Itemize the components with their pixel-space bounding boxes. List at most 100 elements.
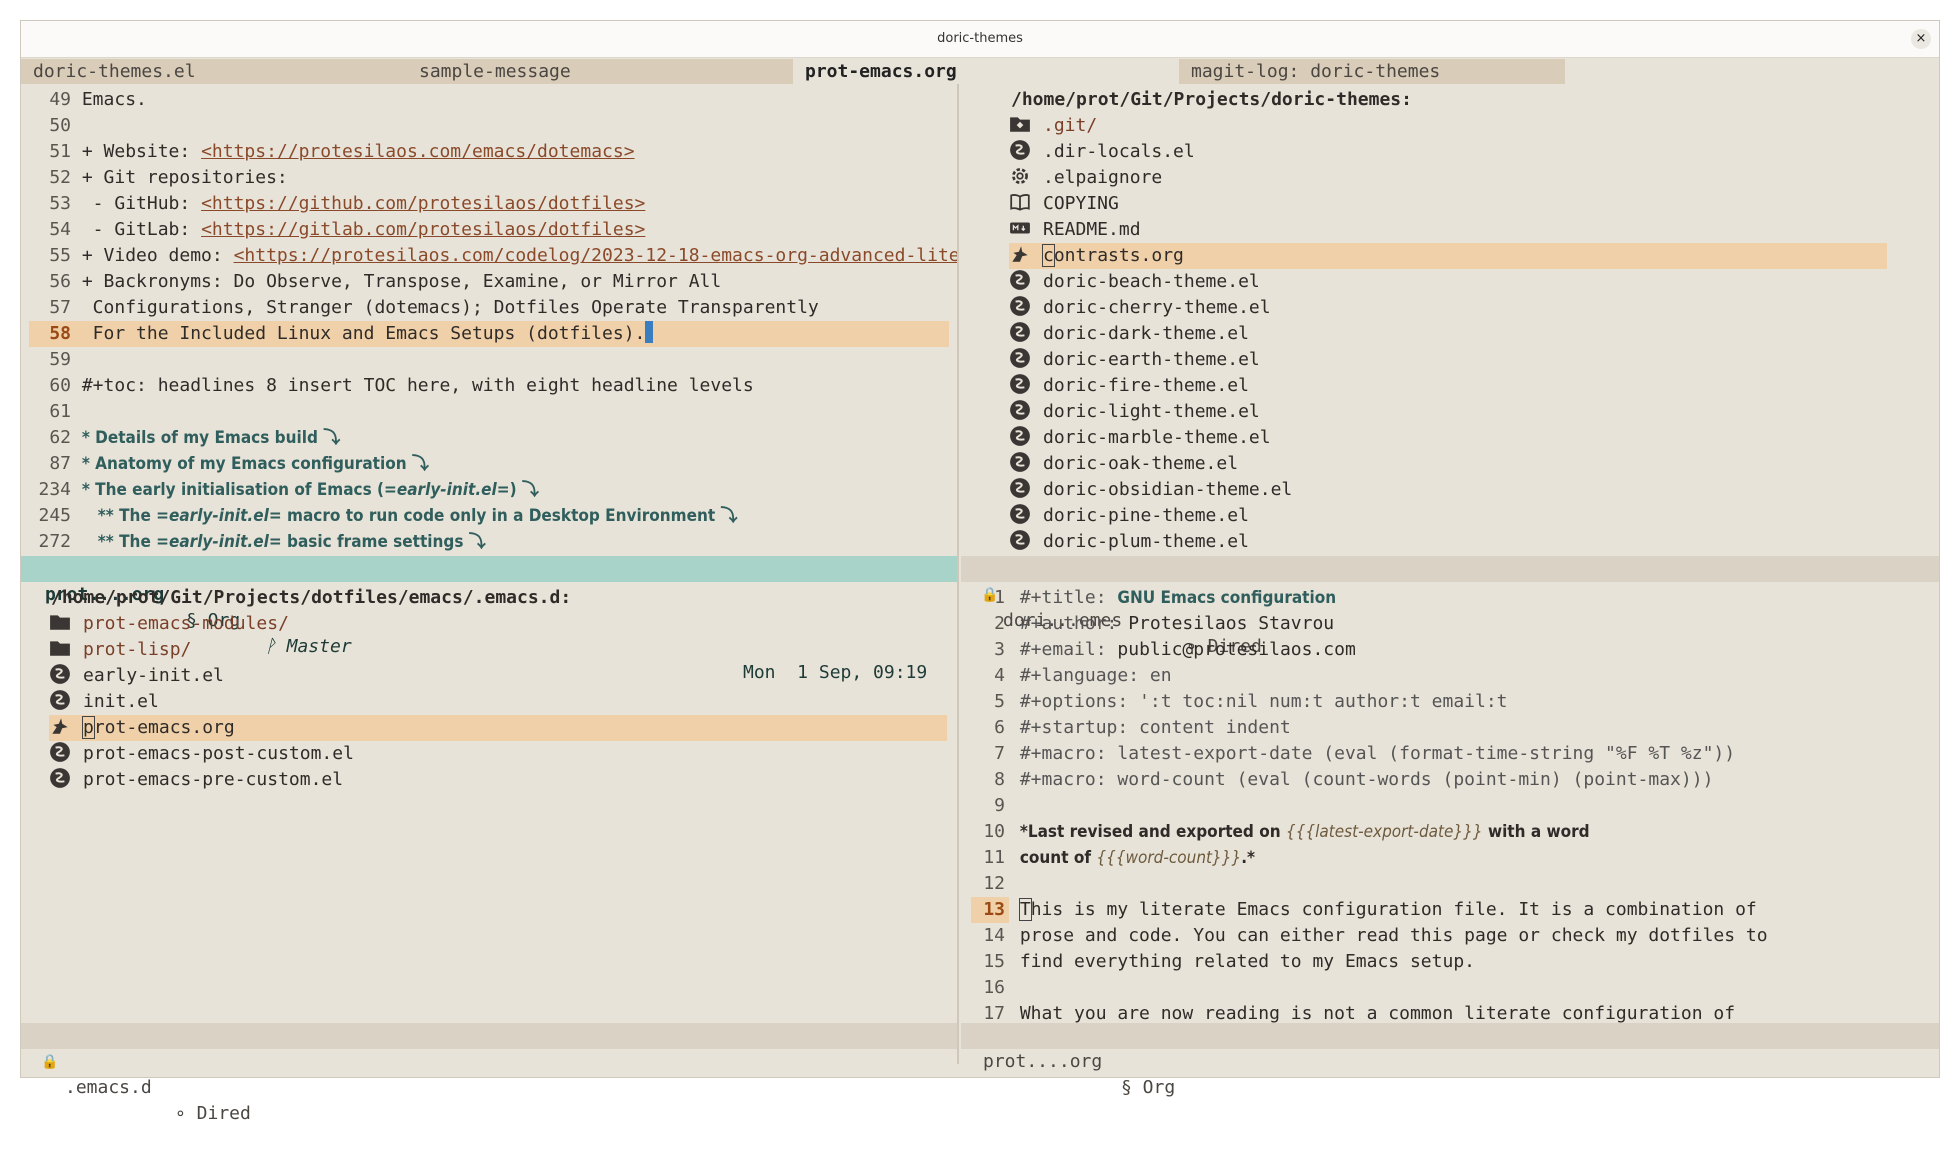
file-name[interactable]: doric-pine-theme.el [1043, 505, 1249, 526]
dired-window-top-right[interactable]: /home/prot/Git/Projects/doric-themes: .gi… [961, 84, 1939, 562]
file-name[interactable]: doric-beach-theme.el [1043, 271, 1260, 292]
dired-entry[interactable]: .dir-locals.el [1009, 139, 1887, 165]
tab-magit-log[interactable]: magit-log: doric-themes [1179, 59, 1565, 84]
tab-doric-themes-el[interactable]: doric-themes.el [21, 59, 407, 84]
org-line[interactable]: 15 find everything related to my Emacs s… [971, 949, 1931, 975]
org-line[interactable]: 8 #+macro: word-count (eval (count-words… [971, 767, 1931, 793]
dired-entry[interactable]: COPYING [1009, 191, 1887, 217]
file-name[interactable]: early-init.el [83, 665, 224, 686]
org-line[interactable]: 60 #+toc: headlines 8 insert TOC here, w… [29, 373, 949, 399]
org-link[interactable]: <https://gitlab.com/protesilaos/dotfiles… [201, 219, 645, 240]
org-line[interactable]: 49 Emacs. [29, 87, 949, 113]
dired-entry[interactable]: prot-emacs.org [49, 715, 947, 741]
dired-entry[interactable]: prot-emacs-pre-custom.el [49, 767, 947, 793]
dired-entry[interactable]: doric-light-theme.el [1009, 399, 1887, 425]
mode-line-buffer-name[interactable]: .emacs.d [65, 1075, 152, 1101]
mode-line-bottom-left[interactable]: 🔒 .emacs.d ∘ Dired [21, 1023, 957, 1124]
org-line[interactable]: 61 [29, 399, 949, 425]
mode-line-buffer-name[interactable]: prot....org [983, 1049, 1102, 1075]
org-line[interactable]: 55 + Video demo: <https://protesilaos.co… [29, 243, 957, 269]
org-link[interactable]: <https://protesilaos.com/emacs/dotemacs> [201, 141, 634, 162]
dired-entry[interactable]: prot-emacs-modules/ [49, 611, 947, 637]
dired-entry[interactable]: doric-oak-theme.el [1009, 451, 1887, 477]
window-divider[interactable] [957, 84, 959, 1064]
org-line[interactable]: 53 - GitHub: <https://github.com/protesi… [29, 191, 949, 217]
file-name[interactable]: prot-emacs-pre-custom.el [83, 769, 343, 790]
dired-entry[interactable]: contrasts.org [1009, 243, 1887, 269]
org-line[interactable]: 62 * Details of my Emacs build ⤵ [29, 425, 949, 451]
mode-line-bottom-right[interactable]: prot....org § Org [961, 1023, 1939, 1098]
file-name[interactable]: .elpaignore [1043, 167, 1162, 188]
dired-entry[interactable]: prot-emacs-post-custom.el [49, 741, 947, 767]
dired-entry[interactable]: doric-plum-theme.el [1009, 529, 1887, 555]
file-name[interactable]: COPYING [1043, 193, 1119, 214]
file-name[interactable]: doric-obsidian-theme.el [1043, 479, 1292, 500]
org-line[interactable]: 7 #+macro: latest-export-date (eval (for… [971, 741, 1931, 767]
org-buffer-window-top-left[interactable]: 49 Emacs. 50 51 + Website: <https://prote… [21, 84, 957, 562]
dired-entry[interactable]: .elpaignore [1009, 165, 1887, 191]
org-line[interactable]: 54 - GitLab: <https://gitlab.com/protesi… [29, 217, 949, 243]
org-link[interactable]: <https://github.com/protesilaos/dotfiles… [201, 193, 645, 214]
org-line[interactable]: 51 + Website: <https://protesilaos.com/e… [29, 139, 949, 165]
dired-entry[interactable]: doric-cherry-theme.el [1009, 295, 1887, 321]
org-line[interactable]: 58 For the Included Linux and Emacs Setu… [29, 321, 949, 347]
org-line[interactable]: 57 Configurations, Stranger (dotemacs); … [29, 295, 949, 321]
file-name[interactable]: doric-cherry-theme.el [1043, 297, 1271, 318]
file-name[interactable]: prot-emacs-modules/ [83, 613, 289, 634]
dired-entry[interactable]: doric-pine-theme.el [1009, 503, 1887, 529]
org-line[interactable]: 16 [971, 975, 1931, 1001]
org-link[interactable]: <https://protesilaos.com/codelog/2023-12… [234, 245, 957, 266]
file-name[interactable]: doric-oak-theme.el [1043, 453, 1238, 474]
tab-prot-emacs-org[interactable]: prot-emacs.org [793, 59, 1179, 84]
org-buffer-window-bottom-right[interactable]: 1 #+title: GNU Emacs configuration 2 #+au… [961, 582, 1939, 1038]
org-line[interactable]: 1 #+title: GNU Emacs configuration [971, 585, 1931, 611]
file-name[interactable]: doric-light-theme.el [1043, 401, 1260, 422]
dired-entry[interactable]: doric-dark-theme.el [1009, 321, 1887, 347]
dired-entry[interactable]: doric-obsidian-theme.el [1009, 477, 1887, 503]
dired-entry[interactable]: early-init.el [49, 663, 947, 689]
mode-line-major-mode[interactable]: § Org [1121, 1075, 1175, 1101]
org-line[interactable]: 272 ** The =early-init.el= basic frame s… [29, 529, 949, 555]
close-icon[interactable]: × [1911, 29, 1931, 49]
file-name[interactable]: doric-earth-theme.el [1043, 349, 1260, 370]
org-heading[interactable]: ** The =early-init.el= basic frame setti… [82, 532, 486, 552]
file-name[interactable]: prot-emacs.org [82, 716, 235, 739]
mode-line-top-left[interactable]: prot....org § Org ᚹ Master Mon 1 Sep, 09… [21, 556, 957, 683]
file-name[interactable]: doric-marble-theme.el [1043, 427, 1271, 448]
org-line[interactable]: 6 #+startup: content indent [971, 715, 1931, 741]
dired-entry[interactable]: README.md [1009, 217, 1887, 243]
org-line[interactable]: 9 [971, 793, 1931, 819]
dired-entry[interactable]: doric-earth-theme.el [1009, 347, 1887, 373]
file-name[interactable]: contrasts.org [1042, 244, 1184, 267]
file-name[interactable]: README.md [1043, 219, 1141, 240]
org-heading[interactable]: ** The =early-init.el= macro to run code… [82, 506, 738, 526]
file-name[interactable]: .dir-locals.el [1043, 141, 1195, 162]
org-line[interactable]: 5 #+options: ':t toc:nil num:t author:t … [971, 689, 1931, 715]
mode-line-top-right[interactable]: 🔒 dori...emes ∘ Dired [961, 556, 1939, 657]
file-name[interactable]: .git/ [1043, 115, 1097, 136]
org-line[interactable]: 3 #+email: public@protesilaos.com [971, 637, 1931, 663]
org-line[interactable]: 50 [29, 113, 949, 139]
file-name[interactable]: doric-dark-theme.el [1043, 323, 1249, 344]
org-line[interactable]: 52 + Git repositories: [29, 165, 949, 191]
tab-sample-message[interactable]: sample-message [407, 59, 793, 84]
org-line[interactable]: 87 * Anatomy of my Emacs configuration ⤵ [29, 451, 949, 477]
dired-entry[interactable]: init.el [49, 689, 947, 715]
file-name[interactable]: prot-emacs-post-custom.el [83, 743, 354, 764]
org-line[interactable]: 10 *Last revised and exported on {{{late… [971, 819, 1931, 845]
file-name[interactable]: doric-fire-theme.el [1043, 375, 1249, 396]
file-name[interactable]: init.el [83, 691, 159, 712]
dired-entry[interactable]: doric-fire-theme.el [1009, 373, 1887, 399]
file-name[interactable]: prot-lisp/ [83, 639, 191, 660]
org-heading[interactable]: * Anatomy of my Emacs configuration ⤵ [82, 454, 429, 474]
org-line[interactable]: 56 + Backronyms: Do Observe, Transpose, … [29, 269, 949, 295]
dired-window-bottom-left[interactable]: /home/prot/Git/Projects/dotfiles/emacs/.… [21, 582, 957, 1038]
org-line[interactable]: 2 #+author: Protesilaos Stavrou [971, 611, 1931, 637]
dired-entry[interactable]: doric-beach-theme.el [1009, 269, 1887, 295]
org-line[interactable]: 234 * The early initialisation of Emacs … [29, 477, 949, 503]
org-heading[interactable]: * Details of my Emacs build ⤵ [82, 428, 340, 448]
org-line[interactable]: 12 [971, 871, 1931, 897]
mode-line-major-mode[interactable]: ∘ Dired [175, 1101, 251, 1127]
org-line[interactable]: 59 [29, 347, 949, 373]
org-line[interactable]: 245 ** The =early-init.el= macro to run … [29, 503, 949, 529]
